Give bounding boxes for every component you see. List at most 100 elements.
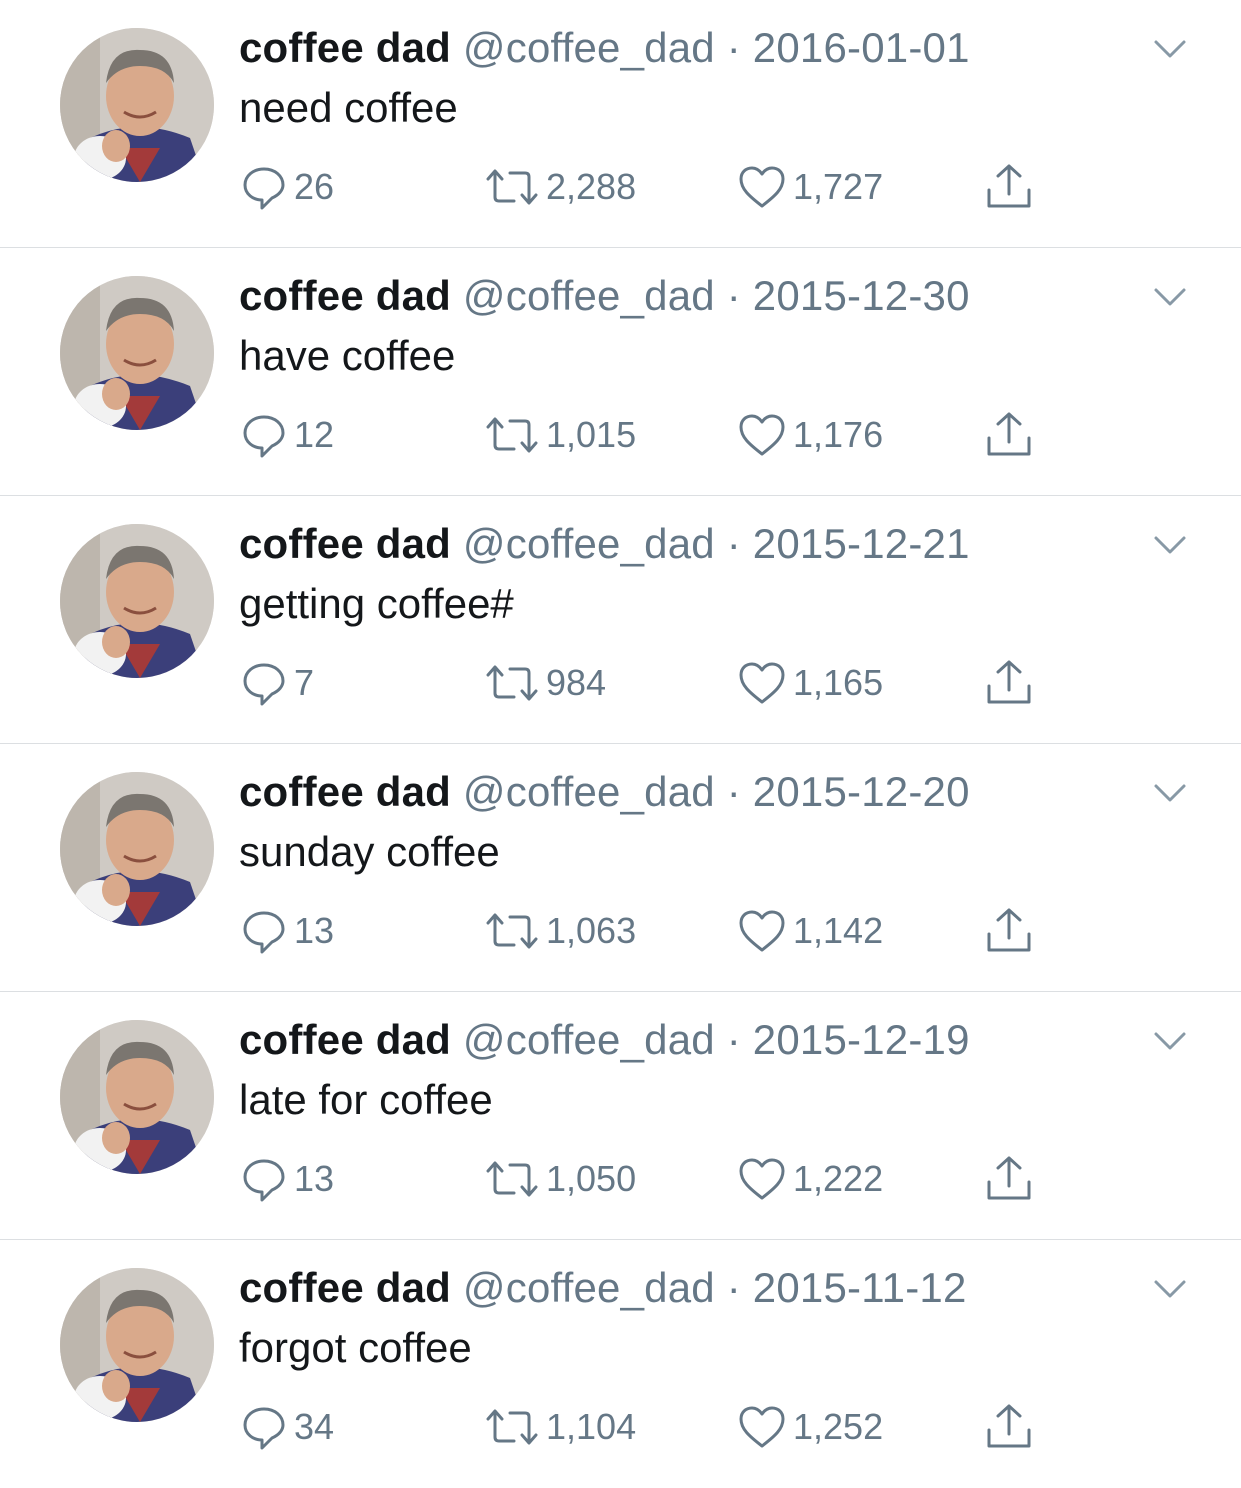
share-button[interactable] <box>984 656 1034 710</box>
chevron-down-icon[interactable] <box>1150 530 1190 560</box>
avatar-photo <box>60 276 214 430</box>
tweet[interactable]: coffee dad @coffee_dad · 2016-01-01 need… <box>0 0 1241 248</box>
user-handle[interactable]: @coffee_dad <box>463 24 715 71</box>
retweet-button[interactable]: 1,104 <box>484 1400 636 1454</box>
tweet-header: coffee dad @coffee_dad · 2015-11-12 <box>239 1260 967 1316</box>
separator-dot: · <box>714 1264 753 1311</box>
user-handle[interactable]: @coffee_dad <box>463 520 715 567</box>
avatar[interactable] <box>60 28 214 182</box>
retweet-arrows-icon <box>484 1403 540 1451</box>
avatar[interactable] <box>60 276 214 430</box>
retweet-button[interactable]: 984 <box>484 656 606 710</box>
reply-button[interactable]: 12 <box>240 408 334 462</box>
tweet[interactable]: coffee dad @coffee_dad · 2015-12-20 sund… <box>0 744 1241 992</box>
action-bar: 13 1,050 1,222 <box>0 1152 1241 1206</box>
retweet-arrows-icon <box>484 163 540 211</box>
display-name[interactable]: coffee dad <box>239 272 451 319</box>
share-button[interactable] <box>984 1152 1034 1206</box>
action-bar: 12 1,015 1,176 <box>0 408 1241 462</box>
like-count: 1,165 <box>793 662 884 703</box>
user-handle[interactable]: @coffee_dad <box>463 272 715 319</box>
tweet[interactable]: coffee dad @coffee_dad · 2015-11-12 forg… <box>0 1240 1241 1488</box>
speech-bubble-icon <box>240 1403 288 1451</box>
share-button[interactable] <box>984 408 1034 462</box>
avatar[interactable] <box>60 524 214 678</box>
reply-count: 13 <box>294 1158 335 1199</box>
retweet-count: 1,015 <box>546 414 637 455</box>
tweet-date[interactable]: 2016-01-01 <box>753 24 970 71</box>
tweet-date[interactable]: 2015-11-12 <box>753 1264 967 1311</box>
share-button[interactable] <box>984 1400 1034 1454</box>
like-button[interactable]: 1,142 <box>737 904 883 958</box>
tweet-text: forgot coffee <box>239 1324 472 1371</box>
tweet-header: coffee dad @coffee_dad · 2015-12-30 <box>239 268 970 324</box>
reply-button[interactable]: 26 <box>240 160 334 214</box>
share-button[interactable] <box>984 160 1034 214</box>
display-name[interactable]: coffee dad <box>239 768 451 815</box>
retweet-button[interactable]: 2,288 <box>484 160 636 214</box>
retweet-button[interactable]: 1,050 <box>484 1152 636 1206</box>
separator-dot: · <box>714 272 753 319</box>
like-button[interactable]: 1,727 <box>737 160 883 214</box>
tweet-text: late for coffee <box>239 1076 493 1123</box>
like-count: 1,727 <box>793 166 884 207</box>
tweet-date[interactable]: 2015-12-21 <box>753 520 970 567</box>
share-button[interactable] <box>984 904 1034 958</box>
heart-icon <box>737 659 787 707</box>
action-bar: 34 1,104 1,252 <box>0 1400 1241 1454</box>
chevron-down-icon[interactable] <box>1150 778 1190 808</box>
tweet[interactable]: coffee dad @coffee_dad · 2015-12-30 have… <box>0 248 1241 496</box>
display-name[interactable]: coffee dad <box>239 24 451 71</box>
like-button[interactable]: 1,165 <box>737 656 883 710</box>
retweet-arrows-icon <box>484 907 540 955</box>
tweet[interactable]: coffee dad @coffee_dad · 2015-12-21 gett… <box>0 496 1241 744</box>
tweet[interactable]: coffee dad @coffee_dad · 2015-12-19 late… <box>0 992 1241 1240</box>
heart-icon <box>737 163 787 211</box>
like-button[interactable]: 1,252 <box>737 1400 883 1454</box>
tweet-text: need coffee <box>239 84 458 131</box>
user-handle[interactable]: @coffee_dad <box>463 1016 715 1063</box>
avatar[interactable] <box>60 1268 214 1422</box>
action-bar: 13 1,063 1,142 <box>0 904 1241 958</box>
display-name[interactable]: coffee dad <box>239 520 451 567</box>
chevron-down-icon[interactable] <box>1150 282 1190 312</box>
avatar[interactable] <box>60 1020 214 1174</box>
reply-button[interactable]: 34 <box>240 1400 334 1454</box>
tweet-date[interactable]: 2015-12-30 <box>753 272 970 319</box>
user-handle[interactable]: @coffee_dad <box>463 768 715 815</box>
retweet-count: 984 <box>546 662 607 703</box>
reply-button[interactable]: 7 <box>240 656 314 710</box>
retweet-count: 1,050 <box>546 1158 637 1199</box>
speech-bubble-icon <box>240 1155 288 1203</box>
speech-bubble-icon <box>240 163 288 211</box>
like-button[interactable]: 1,222 <box>737 1152 883 1206</box>
retweet-button[interactable]: 1,063 <box>484 904 636 958</box>
reply-count: 7 <box>294 662 315 703</box>
share-upload-icon <box>984 410 1034 460</box>
display-name[interactable]: coffee dad <box>239 1016 451 1063</box>
action-bar: 7 984 1,165 <box>0 656 1241 710</box>
like-count: 1,176 <box>793 414 884 455</box>
like-count: 1,252 <box>793 1406 884 1447</box>
retweet-button[interactable]: 1,015 <box>484 408 636 462</box>
tweet-date[interactable]: 2015-12-19 <box>753 1016 970 1063</box>
reply-button[interactable]: 13 <box>240 1152 334 1206</box>
like-button[interactable]: 1,176 <box>737 408 883 462</box>
reply-button[interactable]: 13 <box>240 904 334 958</box>
speech-bubble-icon <box>240 907 288 955</box>
tweet-text: getting coffee# <box>239 580 514 627</box>
chevron-down-icon[interactable] <box>1150 34 1190 64</box>
share-upload-icon <box>984 162 1034 212</box>
tweet-header: coffee dad @coffee_dad · 2015-12-20 <box>239 764 970 820</box>
chevron-down-icon[interactable] <box>1150 1274 1190 1304</box>
avatar[interactable] <box>60 772 214 926</box>
user-handle[interactable]: @coffee_dad <box>463 1264 715 1311</box>
share-upload-icon <box>984 1402 1034 1452</box>
tweet-date[interactable]: 2015-12-20 <box>753 768 970 815</box>
retweet-arrows-icon <box>484 659 540 707</box>
avatar-photo <box>60 772 214 926</box>
retweet-count: 1,104 <box>546 1406 637 1447</box>
display-name[interactable]: coffee dad <box>239 1264 451 1311</box>
chevron-down-icon[interactable] <box>1150 1026 1190 1056</box>
speech-bubble-icon <box>240 411 288 459</box>
